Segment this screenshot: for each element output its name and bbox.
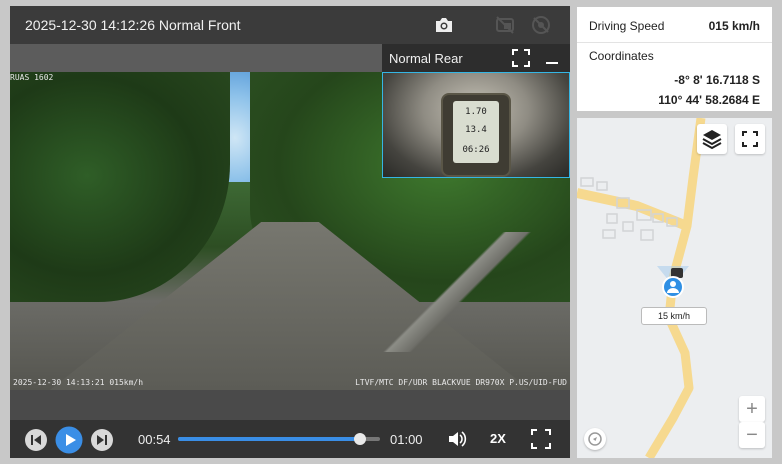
video-overlay-top: RUAS 1602 xyxy=(10,73,54,82)
layers-icon[interactable] xyxy=(697,124,727,154)
longitude-value: 110° 44' 58.2684 E xyxy=(658,93,760,107)
coordinates-label: Coordinates xyxy=(589,49,654,63)
prev-icon[interactable] xyxy=(24,428,48,452)
gps-readout-line: 06:26 xyxy=(462,145,490,155)
seek-handle[interactable] xyxy=(353,433,366,445)
speed-row: Driving Speed 015 km/h xyxy=(577,7,772,43)
pip-header: Normal Rear xyxy=(382,44,570,72)
cc-off-icon[interactable] xyxy=(530,14,552,36)
next-icon[interactable] xyxy=(90,428,114,452)
latitude-value: -8° 8' 16.7118 S xyxy=(674,73,760,87)
playback-controls: 00:54 01:00 2X xyxy=(10,420,570,458)
zoom-out-glyph: − xyxy=(746,424,758,446)
camera-icon[interactable] xyxy=(433,14,455,36)
seek-progress xyxy=(178,437,360,441)
map-fullscreen-icon[interactable] xyxy=(735,124,765,154)
pip-title: Normal Rear xyxy=(389,51,463,66)
map-speed-tag: 15 km/h xyxy=(641,307,707,325)
video-curb xyxy=(330,232,570,352)
map-view[interactable]: 15 km/h + − xyxy=(577,118,772,458)
zoom-out-button[interactable]: − xyxy=(739,422,765,448)
video-overlay-device: LTVF/MTC DF/UDR BLACKVUE DR970X P.US/UID… xyxy=(355,378,567,387)
expand-icon[interactable] xyxy=(512,49,530,67)
pip-off-icon[interactable] xyxy=(494,14,516,36)
trip-info-panel: Driving Speed 015 km/h Coordinates -8° 8… xyxy=(577,7,772,111)
rear-camera-video[interactable]: 1.70 13.4 06:26 xyxy=(382,72,570,178)
zoom-in-button[interactable]: + xyxy=(739,396,765,422)
vehicle-marker[interactable] xyxy=(662,276,684,298)
play-icon[interactable] xyxy=(55,426,83,454)
player-title: 2025-12-30 14:12:26 Normal Front xyxy=(25,17,241,33)
playback-speed-button[interactable]: 2X xyxy=(490,431,506,446)
gps-readout-line: 13.4 xyxy=(465,125,487,135)
current-time: 00:54 xyxy=(138,432,171,447)
video-trees-left xyxy=(10,72,230,302)
gps-device: 1.70 13.4 06:26 xyxy=(441,93,511,177)
gps-readout-line: 1.70 xyxy=(465,107,487,117)
fullscreen-icon[interactable] xyxy=(531,429,551,449)
video-player: 2025-12-30 14:12:26 Normal Front RUAS 16… xyxy=(10,6,570,458)
total-time: 01:00 xyxy=(390,432,423,447)
minimize-icon[interactable] xyxy=(545,48,559,66)
seek-bar[interactable] xyxy=(178,433,380,445)
speed-value: 015 km/h xyxy=(708,19,760,33)
zoom-in-glyph: + xyxy=(746,398,758,420)
compass-icon[interactable] xyxy=(584,428,606,450)
player-topbar: 2025-12-30 14:12:26 Normal Front xyxy=(10,6,570,44)
volume-icon[interactable] xyxy=(447,429,467,449)
speed-label: Driving Speed xyxy=(589,19,665,33)
gps-screen: 1.70 13.4 06:26 xyxy=(453,101,499,163)
video-overlay-timestamp: 2025-12-30 14:13:21 015km/h xyxy=(13,378,144,387)
